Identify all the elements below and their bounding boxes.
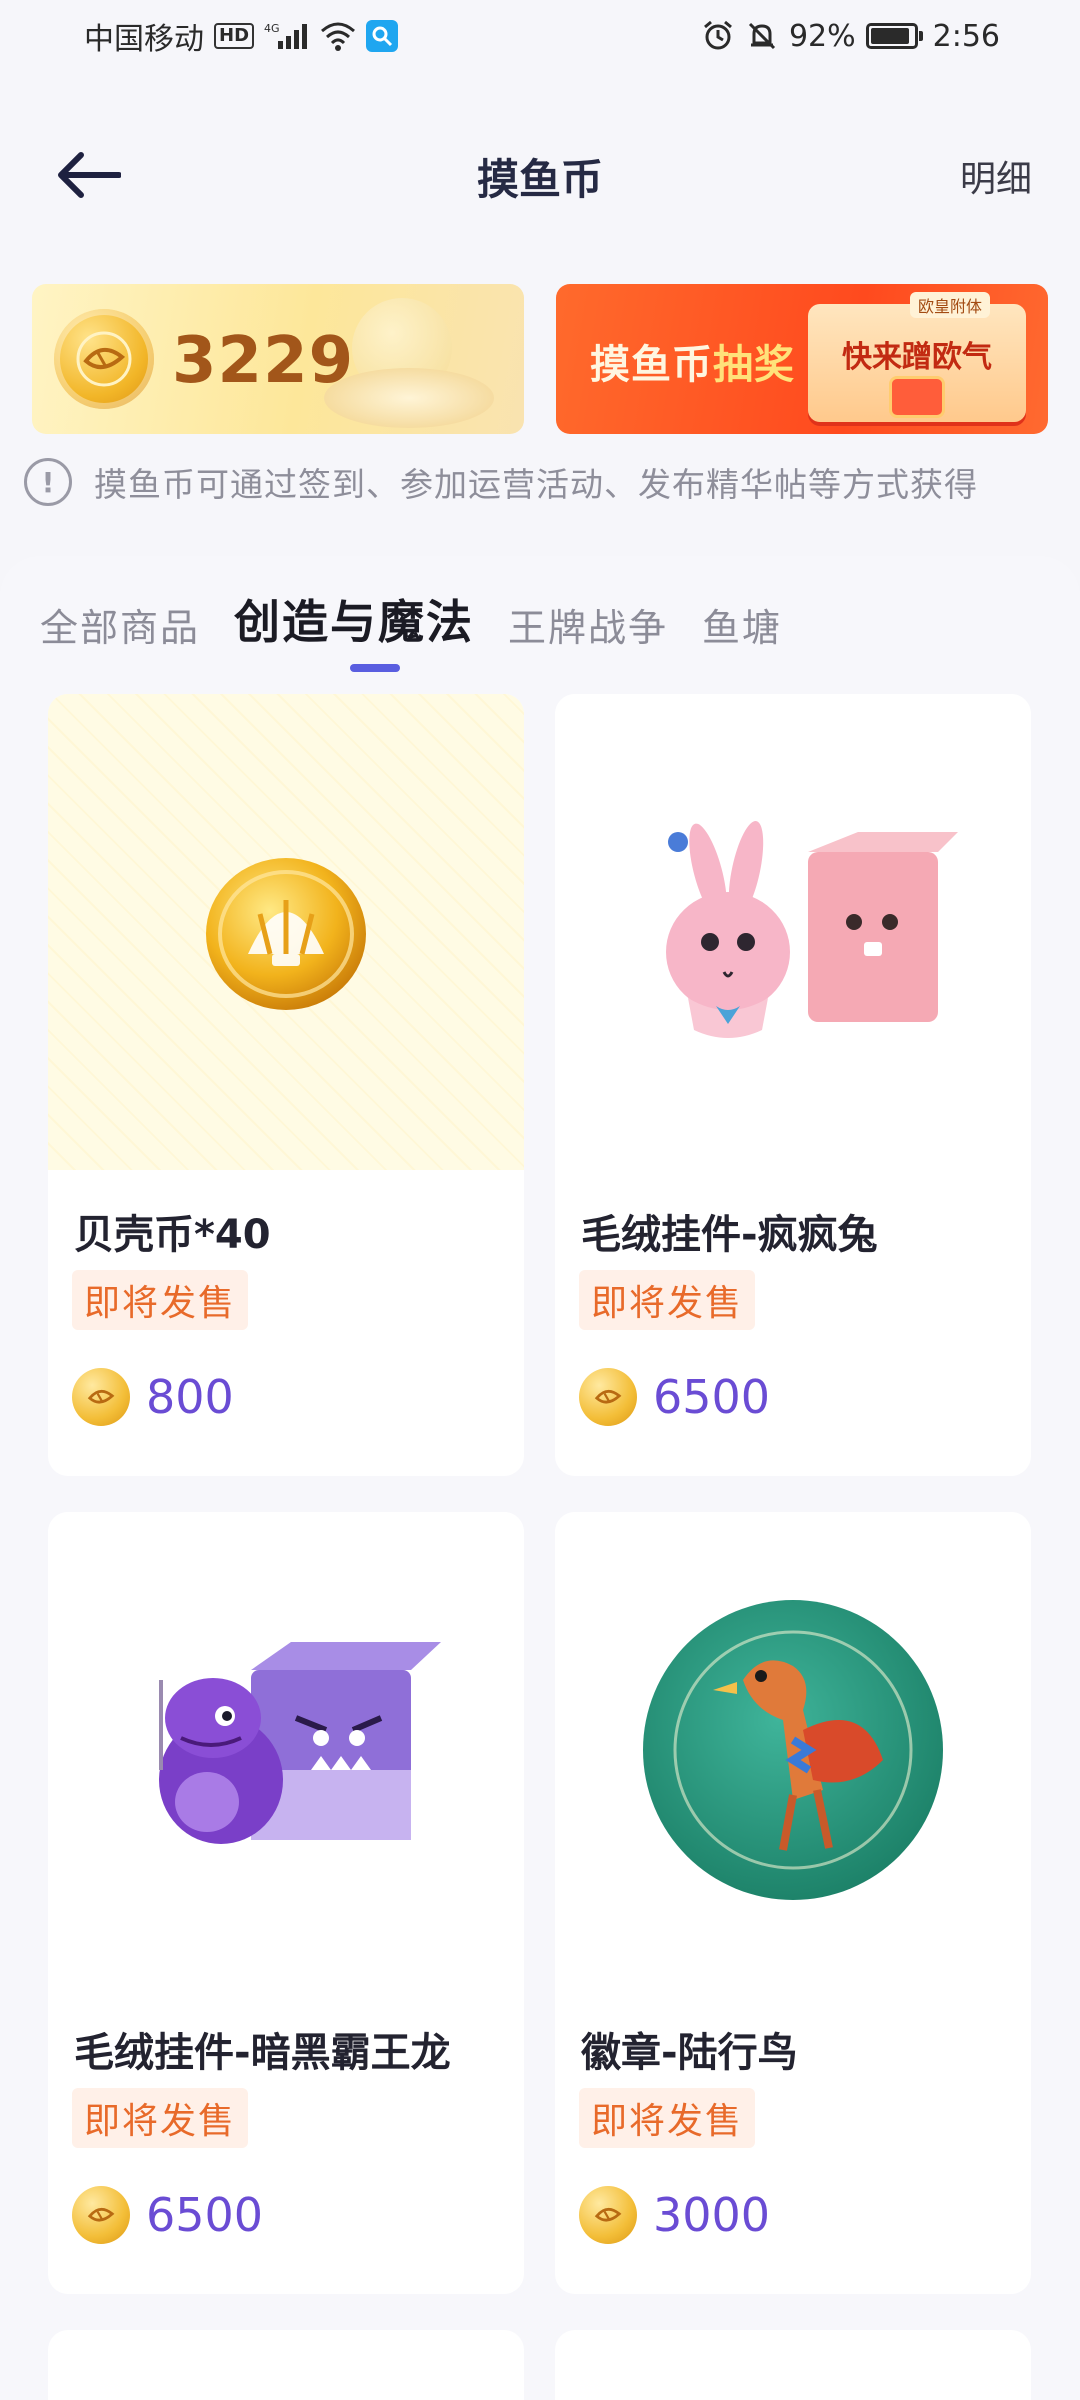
status-bar: 中国移动 HD 4G 92% 2:56 bbox=[0, 0, 1080, 72]
product-price: 800 bbox=[146, 1370, 234, 1424]
network-label: 4G bbox=[264, 22, 280, 35]
gift-icon bbox=[889, 376, 945, 418]
product-price: 3000 bbox=[653, 2188, 771, 2242]
dino-plush-image bbox=[159, 1642, 441, 1844]
fish-coin-icon bbox=[579, 2186, 637, 2244]
bird-badge-image bbox=[643, 1600, 943, 1900]
price-row: 6500 bbox=[72, 2186, 263, 2244]
status-right: 92% 2:56 bbox=[701, 19, 1000, 54]
lottery-title-main: 摸鱼币 bbox=[590, 342, 713, 388]
product-card-shell-coin[interactable]: 贝壳币*40 即将发售 800 bbox=[48, 694, 524, 1476]
product-card-partial[interactable] bbox=[48, 2330, 524, 2400]
product-name: 毛绒挂件-疯疯兔 bbox=[581, 1212, 878, 1258]
fish-coin-icon bbox=[72, 2186, 130, 2244]
lottery-banner[interactable]: 摸鱼币抽奖 快来蹭欧气 欧皇附体 bbox=[556, 284, 1048, 434]
clock: 2:56 bbox=[932, 18, 1000, 54]
info-row: ! 摸鱼币可通过签到、参加运营活动、发布精华帖等方式获得 bbox=[24, 458, 978, 506]
fish-coin-icon bbox=[54, 309, 154, 409]
product-image bbox=[48, 694, 524, 1170]
coin-balance: 3229 bbox=[172, 324, 355, 398]
shell-coin-icon bbox=[206, 858, 366, 1010]
price-row: 3000 bbox=[579, 2186, 770, 2244]
product-name: 毛绒挂件-暗黑霸王龙 bbox=[74, 2030, 451, 2076]
product-card-badge[interactable]: 徽章-陆行鸟 即将发售 3000 bbox=[555, 1512, 1031, 2294]
status-left: 中国移动 HD 4G bbox=[84, 14, 399, 58]
tab-fish-pond[interactable]: 鱼塘 bbox=[702, 597, 782, 656]
search-app-icon bbox=[366, 20, 399, 52]
fish-coin-icon bbox=[72, 1368, 130, 1426]
tab-creation-magic[interactable]: 创造与魔法 bbox=[234, 586, 474, 656]
tab-ace-war[interactable]: 王牌战争 bbox=[508, 597, 668, 656]
lottery-box-text: 快来蹭欧气 bbox=[842, 340, 992, 375]
info-text: 摸鱼币可通过签到、参加运营活动、发布精华帖等方式获得 bbox=[94, 465, 978, 504]
presale-badge: 即将发售 bbox=[579, 2088, 756, 2148]
bunny-plush-image bbox=[666, 821, 958, 1038]
mute-icon bbox=[745, 19, 779, 53]
carrier-label: 中国移动 bbox=[84, 22, 204, 57]
product-price: 6500 bbox=[653, 1370, 771, 1424]
page: 中国移动 HD 4G 92% 2:56 摸鱼币 明细 3229 摸鱼币抽奖 快来… bbox=[0, 0, 1080, 2400]
product-image bbox=[48, 1512, 524, 1988]
product-name: 贝壳币*40 bbox=[74, 1212, 271, 1258]
product-card-partial[interactable] bbox=[555, 2330, 1031, 2400]
alarm-icon bbox=[701, 19, 735, 53]
content-panel: 全部商品 创造与魔法 王牌战争 鱼塘 贝壳币*40 即将发售 800 毛绒挂件-… bbox=[0, 556, 1080, 2400]
presale-badge: 即将发售 bbox=[72, 2088, 249, 2148]
fish-coin-icon bbox=[579, 1368, 637, 1426]
tab-indicator bbox=[350, 664, 400, 672]
product-image bbox=[555, 1512, 1031, 1988]
signal-icon: 4G bbox=[264, 21, 310, 51]
wifi-icon bbox=[320, 21, 356, 51]
lottery-title: 摸鱼币抽奖 bbox=[590, 332, 795, 390]
detail-link[interactable]: 明细 bbox=[960, 150, 1032, 202]
lottery-box: 快来蹭欧气 bbox=[808, 304, 1026, 422]
battery-percent: 92% bbox=[788, 18, 856, 54]
price-row: 6500 bbox=[579, 1368, 770, 1426]
coin-balance-banner[interactable]: 3229 bbox=[32, 284, 524, 434]
category-tabs: 全部商品 创造与魔法 王牌战争 鱼塘 bbox=[40, 586, 782, 656]
product-price: 6500 bbox=[146, 2188, 264, 2242]
product-image bbox=[555, 694, 1031, 1170]
lottery-tag: 欧皇附体 bbox=[909, 292, 990, 318]
lottery-title-highlight: 抽奖 bbox=[713, 342, 795, 388]
product-card-dino-plush[interactable]: 毛绒挂件-暗黑霸王龙 即将发售 6500 bbox=[48, 1512, 524, 2294]
battery-icon bbox=[865, 23, 923, 49]
info-icon: ! bbox=[24, 458, 72, 506]
tab-all-products[interactable]: 全部商品 bbox=[40, 597, 200, 656]
page-title: 摸鱼币 bbox=[476, 155, 603, 204]
presale-badge: 即将发售 bbox=[72, 1270, 249, 1330]
product-name: 徽章-陆行鸟 bbox=[581, 2030, 798, 2076]
price-row: 800 bbox=[72, 1368, 234, 1426]
presale-badge: 即将发售 bbox=[579, 1270, 756, 1330]
product-card-bunny-plush[interactable]: 毛绒挂件-疯疯兔 即将发售 6500 bbox=[555, 694, 1031, 1476]
hd-badge: HD bbox=[214, 23, 255, 49]
header: 摸鱼币 明细 bbox=[0, 110, 1080, 240]
